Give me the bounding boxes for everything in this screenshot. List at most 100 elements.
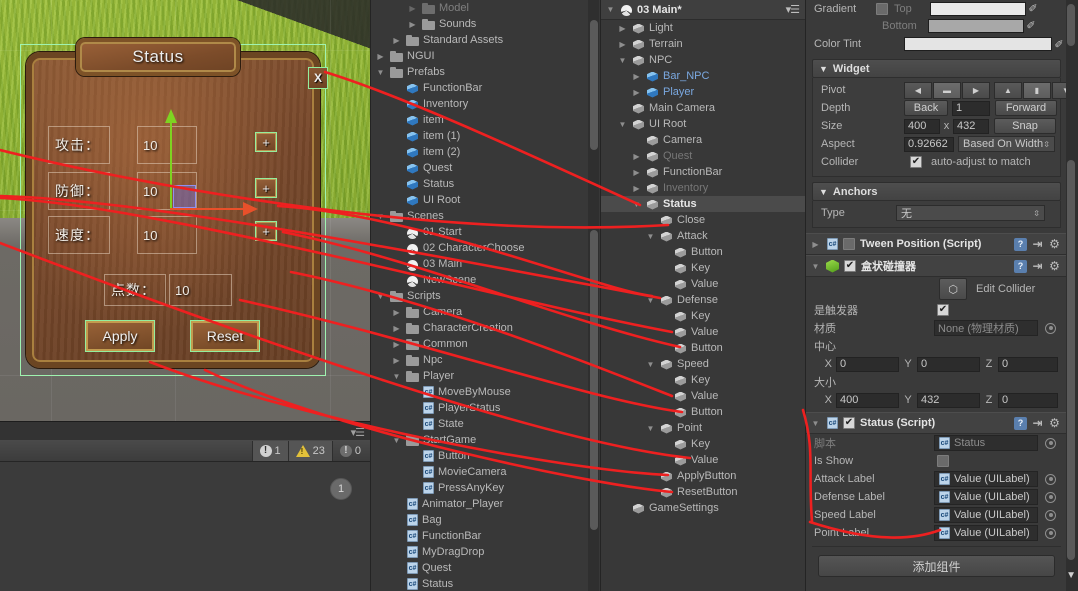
project-item[interactable]: Quest — [371, 160, 589, 176]
chevron-right-icon[interactable]: ▶ — [407, 4, 418, 13]
pivot-left-button[interactable]: ◀ — [904, 81, 932, 99]
attack-plus-button[interactable]: + — [255, 132, 277, 152]
object-picker-icon[interactable] — [1045, 491, 1056, 503]
hierarchy-item[interactable]: ▼ Point — [601, 420, 805, 436]
chevron-down-icon[interactable]: ▼ — [391, 372, 402, 381]
attack-value[interactable]: 10 — [137, 126, 197, 164]
help-icon[interactable]: ? — [1014, 416, 1027, 430]
hierarchy-item[interactable]: Key — [601, 372, 805, 388]
hierarchy-item[interactable]: Key — [601, 260, 805, 276]
eyedropper-icon[interactable]: ✐ — [1052, 38, 1066, 51]
hierarchy-item[interactable]: Button — [601, 340, 805, 356]
inspector-scrollbar-thumb[interactable] — [1067, 160, 1075, 560]
gear-icon[interactable]: ⚙ — [1048, 416, 1061, 430]
console-menu-icon[interactable]: ▾☰ — [351, 426, 365, 439]
hierarchy-item[interactable]: ▶ Quest — [601, 148, 805, 164]
hierarchy-item[interactable]: ▶ Player — [601, 84, 805, 100]
project-item[interactable]: c# MoveByMouse — [371, 384, 589, 400]
hierarchy-menu-icon[interactable]: ▾☰ — [786, 3, 800, 16]
project-item[interactable]: UI Root — [371, 192, 589, 208]
project-item[interactable]: ▶ CharacterCreation — [371, 320, 589, 336]
scene-twisty-icon[interactable]: ▼ — [605, 5, 616, 14]
object-picker-icon[interactable] — [1045, 322, 1056, 334]
speed-value[interactable]: 10 — [137, 216, 197, 254]
chevron-down-icon[interactable]: ▼ — [631, 200, 642, 209]
project-item[interactable]: item — [371, 112, 589, 128]
hierarchy-item[interactable]: Button — [601, 404, 805, 420]
status-script-enable-checkbox[interactable]: ✔ — [843, 417, 855, 429]
chevron-right-icon[interactable]: ▶ — [631, 88, 642, 97]
reset-button[interactable]: Reset — [190, 320, 260, 352]
hierarchy-item[interactable]: Value — [601, 276, 805, 292]
project-item[interactable]: c# Button — [371, 448, 589, 464]
chevron-right-icon[interactable]: ▶ — [375, 52, 386, 61]
project-item[interactable]: ▶ Npc — [371, 352, 589, 368]
aspect-value-field[interactable]: 0.92662 — [904, 136, 954, 152]
hierarchy-item[interactable]: Value — [601, 452, 805, 468]
attack-label-field[interactable]: c# Value (UILabel) — [934, 471, 1038, 487]
error-counter[interactable]: ! 1 — [251, 441, 288, 461]
aspect-mode-dropdown[interactable]: Based On Width ⇳ — [958, 136, 1055, 152]
warning-counter[interactable]: 23 — [287, 441, 332, 461]
project-item[interactable]: c# MovieCamera — [371, 464, 589, 480]
help-icon[interactable]: ? — [1014, 259, 1027, 273]
chevron-down-icon[interactable]: ▼ — [375, 212, 386, 221]
collider-size-z-field[interactable]: 0 — [998, 392, 1058, 408]
hierarchy-item[interactable]: Value — [601, 324, 805, 340]
hierarchy-item[interactable]: ResetButton — [601, 484, 805, 500]
preset-icon[interactable]: ⇥ — [1031, 259, 1044, 273]
chevron-right-icon[interactable]: ▶ — [617, 24, 628, 33]
project-item[interactable]: ▶ Standard Assets — [371, 32, 589, 48]
center-y-field[interactable]: 0 — [917, 356, 980, 372]
hierarchy-item[interactable]: ▼ UI Root — [601, 116, 805, 132]
object-picker-icon[interactable] — [1045, 527, 1056, 539]
collider-size-y-field[interactable]: 432 — [917, 392, 980, 408]
chevron-right-icon[interactable]: ▶ — [391, 308, 402, 317]
center-z-field[interactable]: 0 — [998, 356, 1058, 372]
point-label-field[interactable]: c# Value (UILabel) — [934, 525, 1038, 541]
hierarchy-item[interactable]: ▼ Attack — [601, 228, 805, 244]
anchor-type-dropdown[interactable]: 无 ⇳ — [896, 205, 1045, 221]
gear-icon[interactable]: ⚙ — [1048, 259, 1061, 273]
edit-collider-icon[interactable]: ⬡ — [939, 278, 967, 300]
chevron-down-icon[interactable]: ▼ — [617, 56, 628, 65]
hierarchy-item[interactable]: ▼ NPC — [601, 52, 805, 68]
hierarchy-item[interactable]: ▶ FunctionBar — [601, 164, 805, 180]
project-item[interactable]: ▶ Model — [371, 0, 589, 16]
preset-icon[interactable]: ⇥ — [1031, 416, 1044, 430]
project-item[interactable]: FunctionBar — [371, 80, 589, 96]
chevron-down-icon[interactable]: ▼ — [645, 296, 656, 305]
defense-plus-button[interactable]: + — [255, 178, 277, 198]
speed-label-field[interactable]: c# Value (UILabel) — [934, 507, 1038, 523]
pivot-center-h-button[interactable]: ▬ — [933, 81, 961, 99]
chevron-right-icon[interactable]: ▶ — [631, 152, 642, 161]
project-item[interactable]: c# FunctionBar — [371, 528, 589, 544]
size-height-field[interactable]: 432 — [953, 118, 989, 134]
chevron-down-icon[interactable]: ▼ — [645, 360, 656, 369]
hierarchy-item[interactable]: ▶ Bar_NPC — [601, 68, 805, 84]
project-scrollbar-thumb[interactable] — [590, 20, 598, 150]
chevron-right-icon[interactable]: ▶ — [391, 36, 402, 45]
project-panel[interactable]: ▶ Model ▶ Sounds ▶ Standard Assets ▶ NGUI ▼ Prefa… — [370, 0, 600, 591]
console-message-list[interactable]: 1 — [0, 462, 370, 591]
pivot-center-v-button[interactable]: ▮ — [1023, 81, 1051, 99]
game-view[interactable]: Status X 攻击： 10 + 防御： 10 + 速度： 10 + 点数： … — [0, 0, 370, 421]
project-item[interactable]: c# Animator_Player — [371, 496, 589, 512]
chevron-right-icon[interactable]: ▶ — [631, 184, 642, 193]
project-item[interactable]: ▼ StartGame — [371, 432, 589, 448]
hierarchy-item[interactable]: Main Camera — [601, 100, 805, 116]
gradient-bottom-color[interactable] — [928, 18, 1024, 33]
collider-checkbox[interactable]: ✔ — [910, 156, 922, 168]
tween-position-enable-checkbox[interactable] — [843, 238, 855, 250]
chevron-down-icon[interactable]: ▼ — [645, 424, 656, 433]
hierarchy-item[interactable]: Key — [601, 308, 805, 324]
chevron-down-icon[interactable]: ▼ — [391, 436, 402, 445]
project-item[interactable]: Inventory — [371, 96, 589, 112]
project-item[interactable]: 02 CharacterChoose — [371, 240, 589, 256]
anchors-section-header[interactable]: ▼ Anchors — [812, 182, 1061, 201]
move-gizmo-x-axis[interactable] — [170, 202, 258, 216]
help-icon[interactable]: ? — [1014, 237, 1027, 251]
chevron-down-icon[interactable]: ▼ — [375, 292, 386, 301]
gear-icon[interactable]: ⚙ — [1048, 237, 1061, 251]
box-collider-enable-checkbox[interactable]: ✔ — [844, 260, 856, 272]
